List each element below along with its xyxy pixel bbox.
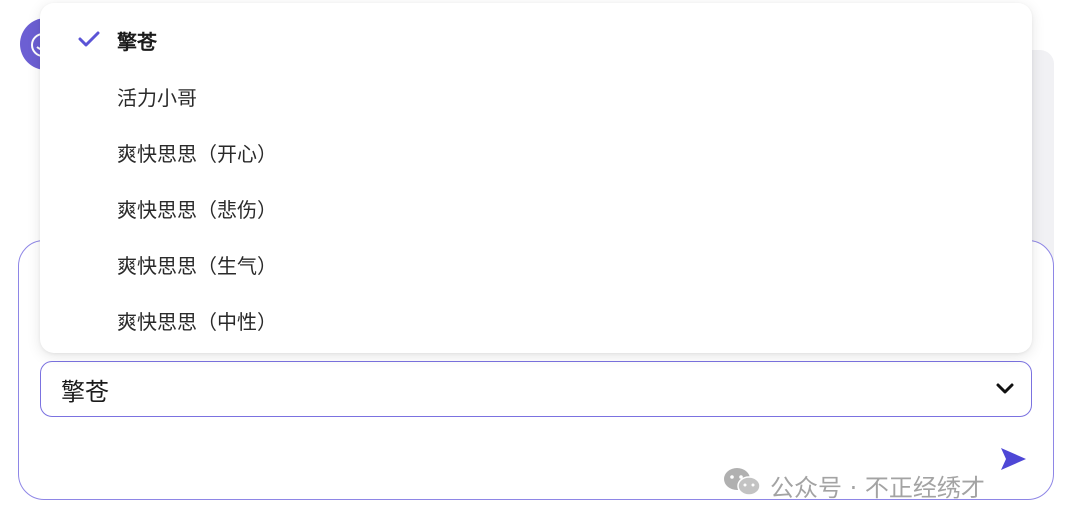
- chevron-down-icon[interactable]: [995, 382, 1015, 396]
- voice-option[interactable]: 擎苍: [40, 12, 1032, 68]
- wechat-icon: [722, 466, 762, 504]
- voice-option-label: 活力小哥: [117, 85, 197, 110]
- watermark: 公众号 · 不正经绣才: [722, 466, 985, 504]
- voice-option[interactable]: 爽快思思（悲伤）: [40, 180, 1032, 236]
- voice-option[interactable]: 活力小哥: [40, 68, 1032, 124]
- voice-select-value: 擎苍: [61, 377, 109, 406]
- voice-option-label: 爽快思思（中性）: [117, 309, 277, 334]
- voice-option[interactable]: 爽快思思（生气）: [40, 236, 1032, 292]
- voice-option[interactable]: 爽快思思（开心）: [40, 124, 1032, 180]
- voice-option-label: 爽快思思（生气）: [117, 253, 277, 278]
- watermark-text: 公众号 · 不正经绣才: [770, 473, 985, 502]
- send-icon[interactable]: [998, 444, 1028, 474]
- voice-option-label: 擎苍: [117, 29, 157, 54]
- voice-option-label: 爽快思思（悲伤）: [117, 197, 277, 222]
- voice-select[interactable]: 擎苍: [40, 361, 1032, 417]
- voice-dropdown-menu: 擎苍 活力小哥 爽快思思（开心） 爽快思思（悲伤） 爽快思思（生气） 爽快思思（…: [40, 3, 1032, 353]
- check-icon: [78, 30, 100, 52]
- voice-option-label: 爽快思思（开心）: [117, 141, 277, 166]
- voice-option[interactable]: 爽快思思（中性）: [40, 292, 1032, 348]
